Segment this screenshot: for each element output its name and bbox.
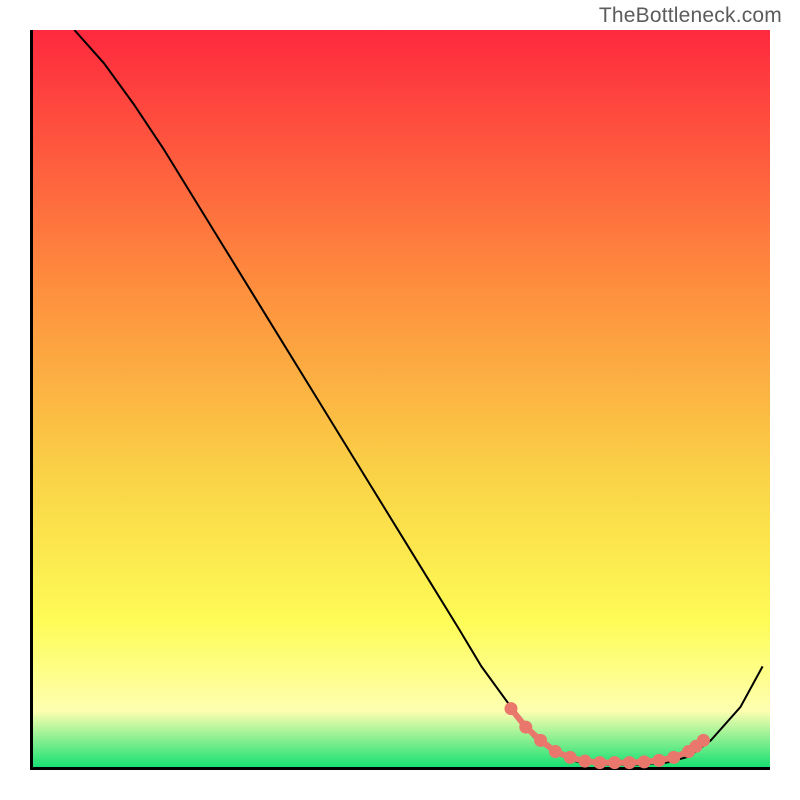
watermark-label: TheBottleneck.com [599, 4, 782, 28]
plot-area [30, 30, 770, 770]
chart-svg [30, 30, 770, 770]
stage: TheBottleneck.com [0, 0, 800, 800]
gradient-rect [30, 30, 770, 770]
